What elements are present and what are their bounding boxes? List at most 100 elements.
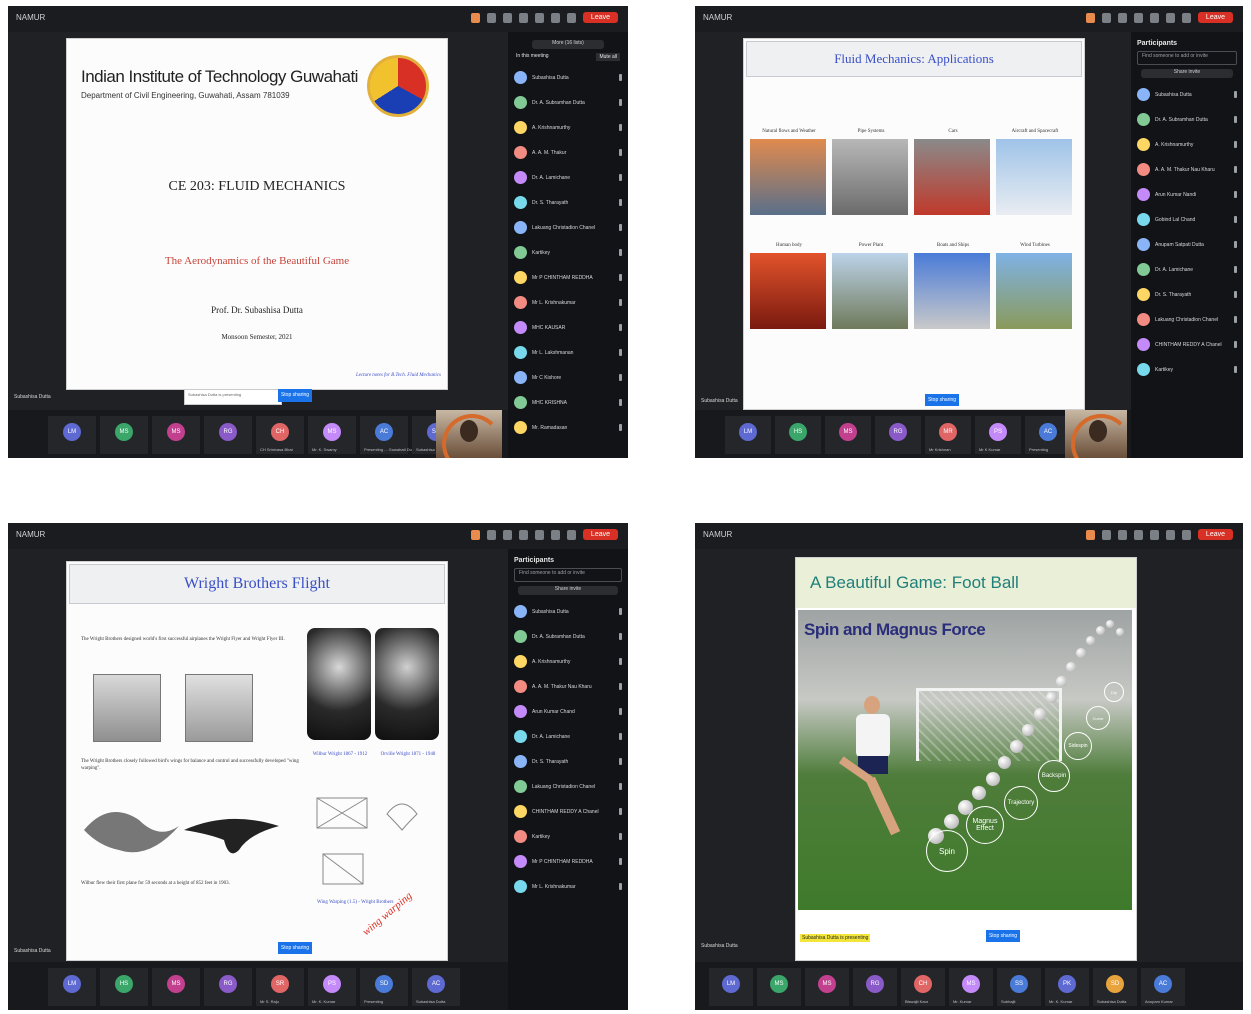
participant-tile[interactable]: AC Anupam Kumar xyxy=(1141,968,1185,1006)
mic-icon[interactable] xyxy=(619,608,622,615)
mic-icon[interactable] xyxy=(619,124,622,131)
participant-tile[interactable]: LM xyxy=(709,968,753,1006)
participant-tile[interactable]: RG xyxy=(853,968,897,1006)
participant-row[interactable]: Mr C Kishore xyxy=(508,365,628,390)
mic-icon[interactable] xyxy=(619,324,622,331)
participant-row[interactable]: Arun Kumar Chand xyxy=(508,699,628,724)
leave-button[interactable]: Leave xyxy=(582,529,618,540)
mic-icon[interactable] xyxy=(619,399,622,406)
share-icon[interactable] xyxy=(566,529,576,540)
participant-row[interactable]: Dr. S. Tharayath xyxy=(1131,282,1243,307)
share-icon[interactable] xyxy=(566,12,576,23)
participant-row[interactable]: A. A. M. Thakur Nau Kharu xyxy=(508,674,628,699)
participant-tile[interactable]: MS xyxy=(825,416,871,454)
participant-row[interactable]: CHINTHAM REDDY A Chanel xyxy=(1131,332,1243,357)
reaction-icon[interactable] xyxy=(1101,12,1111,23)
participant-row[interactable]: Dr. S. Tharayath xyxy=(508,749,628,774)
mic-icon[interactable] xyxy=(619,274,622,281)
participant-tile[interactable]: SD Subashisa Dutta xyxy=(1093,968,1137,1006)
mic-icon[interactable] xyxy=(619,783,622,790)
mic-icon[interactable] xyxy=(619,758,622,765)
reaction-icon[interactable] xyxy=(1101,529,1111,540)
mic-icon[interactable] xyxy=(619,174,622,181)
participant-tile[interactable]: CH Biswajit Kaur xyxy=(901,968,945,1006)
search-input[interactable]: Find someone to add or invite xyxy=(1137,51,1237,65)
mic-icon[interactable] xyxy=(619,149,622,156)
apps-icon[interactable] xyxy=(1117,529,1127,540)
mic-icon[interactable] xyxy=(619,633,622,640)
participant-tile[interactable]: AC Presenting ... Guwahati Dutta xyxy=(360,416,416,454)
mic-icon[interactable] xyxy=(619,733,622,740)
stop-sharing-button[interactable]: Stop sharing xyxy=(986,930,1020,942)
participant-row[interactable]: Dr. A. Lamichane xyxy=(508,724,628,749)
participant-tile[interactable]: MS Mr. K. Swamy xyxy=(308,416,356,454)
camera-icon[interactable] xyxy=(534,12,544,23)
more-icon[interactable] xyxy=(1133,12,1143,23)
participant-row[interactable]: MHC KRISHNA xyxy=(508,390,628,415)
stop-sharing-button[interactable]: Stop sharing xyxy=(278,942,312,954)
mic-icon[interactable] xyxy=(619,424,622,431)
camera-icon[interactable] xyxy=(1149,12,1159,23)
mic-icon[interactable] xyxy=(619,224,622,231)
leave-button[interactable]: Leave xyxy=(1197,529,1233,540)
mic-icon[interactable] xyxy=(1234,91,1237,98)
participant-row[interactable]: Kartikey xyxy=(508,824,628,849)
participant-row[interactable]: Dr. S. Tharayath xyxy=(508,190,628,215)
participant-row[interactable]: Anupam Satpati Dutta xyxy=(1131,232,1243,257)
share-icon[interactable] xyxy=(1181,529,1191,540)
mic-icon[interactable] xyxy=(619,858,622,865)
participant-tile[interactable]: SD Presenting xyxy=(360,968,408,1006)
participant-row[interactable]: Gobind Lal Chand xyxy=(1131,207,1243,232)
participant-row[interactable]: A. A. M. Thakur xyxy=(508,140,628,165)
participant-tile[interactable]: MS xyxy=(805,968,849,1006)
mic-icon[interactable] xyxy=(619,374,622,381)
participant-row[interactable]: Dr. A. Lamichane xyxy=(1131,257,1243,282)
participant-tile[interactable]: MS xyxy=(100,416,148,454)
mic-icon[interactable] xyxy=(1234,116,1237,123)
leave-button[interactable]: Leave xyxy=(582,12,618,23)
participant-row[interactable]: Kartikey xyxy=(508,240,628,265)
participant-row[interactable]: Mr L. Krishnakumar xyxy=(508,290,628,315)
participant-row[interactable]: A. A. M. Thakur Nau Kharu xyxy=(1131,157,1243,182)
participant-tile[interactable]: LM xyxy=(48,416,96,454)
share-icon[interactable] xyxy=(1181,12,1191,23)
participant-row[interactable]: Mr P CHINTHAM REDDHA xyxy=(508,849,628,874)
participant-tile[interactable]: AC Subashisa Dutta xyxy=(412,968,460,1006)
mic-icon[interactable] xyxy=(1234,316,1237,323)
participant-row[interactable]: Kartikey xyxy=(1131,357,1243,382)
participant-tile[interactable]: MR Mr Krishnan xyxy=(925,416,971,454)
participant-row[interactable]: Dr. A. Subramhan Dutta xyxy=(508,624,628,649)
search-input[interactable]: Find someone to add or invite xyxy=(514,568,622,582)
participant-tile[interactable]: RG xyxy=(204,968,252,1006)
participant-tile[interactable]: MS xyxy=(152,416,200,454)
mute-all-button[interactable]: Mute all xyxy=(596,53,620,61)
mic-icon[interactable] xyxy=(619,349,622,356)
participant-tile[interactable]: PS Mr K Kumar xyxy=(975,416,1021,454)
participant-tile[interactable]: CH CH Srinivasa Bhat xyxy=(256,416,304,454)
participant-tile[interactable]: LM xyxy=(48,968,96,1006)
hand-icon[interactable] xyxy=(1085,12,1095,23)
mic-icon[interactable] xyxy=(619,99,622,106)
more-icon[interactable] xyxy=(518,12,528,23)
hand-icon[interactable] xyxy=(1085,529,1095,540)
participant-tile[interactable]: SR Mr S. Raju xyxy=(256,968,304,1006)
participant-row[interactable]: Dr. A. Subramhan Dutta xyxy=(508,90,628,115)
mic-icon[interactable] xyxy=(1234,166,1237,173)
hand-icon[interactable] xyxy=(470,529,480,540)
mic-icon[interactable] xyxy=(1234,141,1237,148)
participant-row[interactable]: Dr. A. Lamichane xyxy=(508,165,628,190)
hand-icon[interactable] xyxy=(470,12,480,23)
mic-icon[interactable] xyxy=(619,833,622,840)
participant-row[interactable]: Subashisa Dutta xyxy=(1131,82,1243,107)
reaction-icon[interactable] xyxy=(486,529,496,540)
camera-icon[interactable] xyxy=(534,529,544,540)
participant-row[interactable]: A. Krishnamurthy xyxy=(508,115,628,140)
participant-tile[interactable]: HS xyxy=(775,416,821,454)
apps-icon[interactable] xyxy=(502,529,512,540)
participant-tile[interactable]: MS xyxy=(757,968,801,1006)
mic-icon[interactable] xyxy=(1234,291,1237,298)
mic-icon[interactable] xyxy=(550,529,560,540)
apps-icon[interactable] xyxy=(502,12,512,23)
participant-row[interactable]: Mr L. Krishnakumar xyxy=(508,874,628,899)
mic-icon[interactable] xyxy=(1165,529,1175,540)
